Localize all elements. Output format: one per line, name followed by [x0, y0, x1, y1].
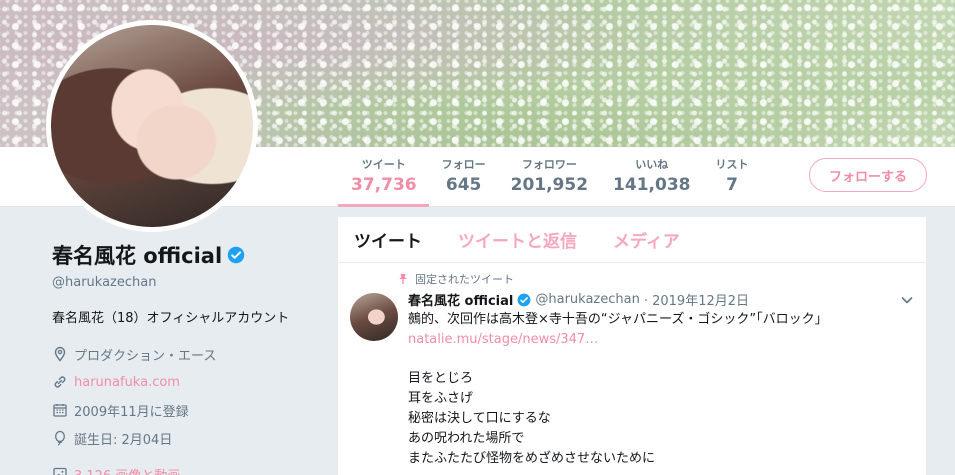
pinned-label: 固定されたツイート: [397, 271, 910, 287]
tweet-date[interactable]: · 2019年12月2日: [644, 290, 749, 309]
profile-location: プロダクション・エース: [52, 340, 322, 368]
stat-followers[interactable]: フォロワー 201,952: [498, 147, 600, 207]
follow-button[interactable]: フォローする: [809, 158, 927, 192]
timeline-tabs: ツイート ツイートと返信 メディア: [338, 217, 926, 263]
stat-label: リスト: [715, 158, 749, 171]
media-link[interactable]: 3,126 画像と動画: [74, 465, 180, 475]
profile-joined: 2009年11月に登録: [52, 396, 322, 424]
pin-icon: [399, 274, 407, 284]
tweet-author-handle[interactable]: @harukazechan: [535, 292, 639, 307]
stat-tweets[interactable]: ツイート 37,736: [338, 147, 429, 207]
tweet-line: 目をとじろ: [408, 371, 474, 386]
calendar-icon: [53, 404, 67, 417]
tweet-line: あの呪われた場所で: [408, 431, 525, 446]
tweet-author-name[interactable]: 春名風花 official: [408, 290, 513, 309]
chevron-down-icon[interactable]: [900, 293, 914, 307]
tweet-avatar[interactable]: [350, 293, 398, 341]
stat-label: ツイート: [361, 158, 406, 171]
stat-value: 645: [445, 175, 482, 195]
profile-bio: 春名風花（18）オフィシャルアカウント: [52, 311, 290, 326]
link-icon: [54, 376, 66, 388]
stat-following[interactable]: フォロー 645: [429, 147, 498, 207]
tweet-text: 鵺的、次回作は高木登×寺十吾の“ジャパニーズ・ゴシック”「バロック」: [408, 312, 828, 327]
tweet-link[interactable]: natalie.mu/stage/news/347…: [408, 330, 910, 350]
tweet-line: 秘密は決して口にするな: [408, 411, 551, 426]
timeline: ツイート ツイートと返信 メディア 固定されたツイート 春名風花 officia…: [338, 217, 926, 475]
tab-tweets-and-replies[interactable]: ツイートと返信: [458, 227, 577, 252]
avatar: [51, 25, 253, 227]
tweet-lines: 目をとじろ 耳をふさげ 秘密は決して口にするな あの呪われた場所で またふたたび…: [408, 369, 910, 469]
tweet-line: 耳をふさげ: [408, 391, 474, 406]
stat-label: フォロー: [441, 158, 486, 171]
tweet-body: 春名風花 official @harukazechan · 2019年12月2日…: [408, 290, 910, 469]
stat-value: 141,038: [613, 175, 691, 195]
location-text: プロダクション・エース: [74, 348, 217, 364]
profile-avatar-frame[interactable]: [46, 20, 258, 232]
profile-name-row: 春名風花 official: [52, 240, 322, 270]
verified-badge-icon: [227, 246, 245, 264]
profile-card: 春名風花 official @harukazechan 春名風花（18）オフィシ…: [52, 240, 322, 475]
stat-likes[interactable]: いいね 141,038: [600, 147, 702, 207]
profile-meta: プロダクション・エース harunafuka.com 2009年11月に登録 誕…: [52, 340, 322, 475]
stat-label: いいね: [635, 158, 669, 171]
profile-website: harunafuka.com: [52, 368, 322, 396]
stat-label: フォロワー: [521, 158, 577, 171]
tweet-header: 春名風花 official @harukazechan · 2019年12月2日: [408, 290, 910, 309]
birthday-text: 誕生日: 2月04日: [74, 432, 173, 448]
profile-birthday: 誕生日: 2月04日: [52, 424, 322, 452]
profile-stats: ツイート 37,736 フォロー 645 フォロワー 201,952 いいね 1…: [338, 147, 760, 207]
location-pin-icon: [54, 346, 66, 362]
pinned-text: 固定されたツイート: [415, 273, 514, 286]
profile-handle[interactable]: @harukazechan: [52, 275, 322, 290]
profile-name[interactable]: 春名風花 official: [52, 240, 222, 270]
profile-media: 3,126 画像と動画: [52, 460, 322, 475]
stat-value: 201,952: [510, 175, 589, 195]
verified-badge-icon: [517, 293, 531, 306]
image-icon: [53, 467, 67, 475]
tab-media[interactable]: メディア: [613, 227, 680, 252]
joined-text: 2009年11月に登録: [74, 404, 189, 420]
stat-lists[interactable]: リスト 7: [702, 147, 760, 207]
balloon-icon: [55, 430, 65, 446]
website-link[interactable]: harunafuka.com: [74, 375, 180, 390]
tweet-line: またふたたび怪物をめざめさせないために: [408, 451, 656, 466]
stat-value: 7: [726, 175, 738, 195]
stat-value: 37,736: [351, 175, 417, 195]
pinned-tweet[interactable]: 固定されたツイート 春名風花 official @harukazechan · …: [338, 263, 926, 469]
tab-tweets[interactable]: ツイート: [354, 227, 422, 252]
